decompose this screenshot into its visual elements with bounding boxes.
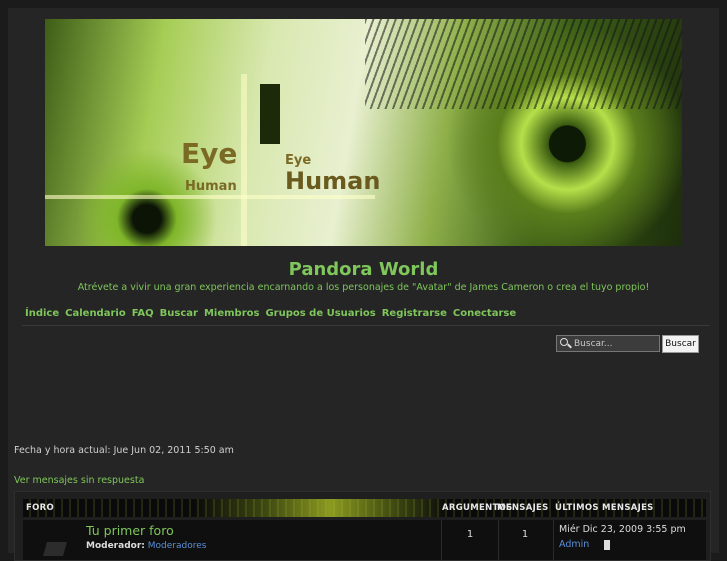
last-post-date: Miér Dic 23, 2009 3:55 pm — [559, 524, 686, 535]
moderator-link[interactable]: Moderadores — [148, 541, 207, 551]
forum-folder-icon — [43, 542, 67, 556]
site-description: Atrévete a vivir una gran experiencia en… — [77, 282, 650, 293]
nav-register[interactable]: Registrarse — [382, 308, 447, 319]
moderator-label: Moderador: — [86, 541, 145, 551]
banner-word-human: Human — [285, 167, 381, 195]
nav-members[interactable]: Miembros — [204, 308, 260, 319]
nav-index[interactable]: Índice — [25, 308, 59, 319]
divider — [22, 325, 710, 326]
column-divider — [498, 520, 499, 560]
nav-calendar[interactable]: Calendario — [65, 308, 126, 319]
nav-search[interactable]: Buscar — [160, 308, 198, 319]
forum-moderators: Moderador: Moderadores — [86, 541, 206, 551]
banner-word-human: Human — [185, 179, 237, 194]
header-posts: MENSAJES — [497, 503, 549, 513]
banner-eyelash — [365, 19, 682, 109]
main-navbar: Índice Calendario FAQ Buscar Miembros Gr… — [25, 308, 516, 319]
forum-table-header: FORO ARGUMENTOS MENSAJES ÚLTIMOS MENSAJE… — [23, 499, 706, 517]
nav-faq[interactable]: FAQ — [132, 308, 154, 319]
column-divider — [441, 520, 442, 560]
banner-stripe — [45, 195, 375, 199]
forum-table: FORO ARGUMENTOS MENSAJES ÚLTIMOS MENSAJE… — [14, 491, 711, 561]
forum-title-link[interactable]: Tu primer foro — [86, 523, 174, 538]
banner-word-eye: Eye — [285, 153, 312, 168]
nav-usergroups[interactable]: Grupos de Usuarios — [265, 308, 375, 319]
nav-login[interactable]: Conectarse — [453, 308, 516, 319]
banner-block — [260, 84, 280, 144]
banner-stripe — [241, 74, 247, 246]
page: Eye Human Eye Human Pandora World Atréve… — [8, 8, 719, 561]
header-banner[interactable]: Eye Human Eye Human — [45, 19, 682, 246]
goto-last-post-icon[interactable] — [604, 540, 610, 550]
site-title: Pandora World — [288, 259, 439, 280]
header-last-posts: ÚLTIMOS MENSAJES — [555, 503, 654, 513]
column-divider — [553, 520, 554, 560]
search-icon — [559, 337, 572, 350]
search-box — [556, 335, 660, 352]
topics-count: 1 — [466, 529, 474, 540]
search-button[interactable]: Buscar — [662, 335, 699, 353]
posts-count: 1 — [521, 529, 529, 540]
banner-word-eye: Eye — [181, 137, 238, 170]
forum-row: Tu primer foro Moderador: Moderadores 1 … — [23, 520, 706, 560]
current-datetime: Fecha y hora actual: Jue Jun 02, 2011 5:… — [14, 445, 234, 456]
header-forum: FORO — [26, 503, 55, 513]
search-input[interactable] — [572, 338, 658, 349]
unanswered-posts-link[interactable]: Ver mensajes sin respuesta — [14, 475, 144, 486]
